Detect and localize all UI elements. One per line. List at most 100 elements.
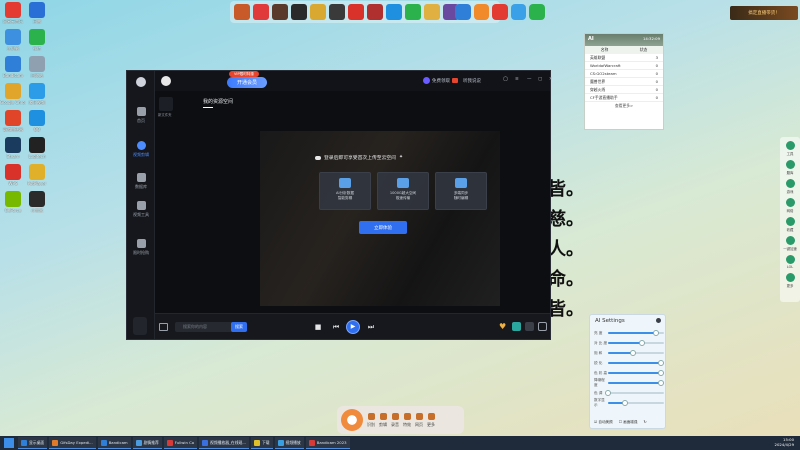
- desktop-icon[interactable]: 腾讯视频: [24, 83, 50, 105]
- feature-card[interactable]: 1000G超大空间 极速传输: [377, 172, 429, 210]
- notify-icon[interactable]: ◯: [503, 77, 508, 82]
- feature-card[interactable]: AI分析数据 智能剪辑: [319, 172, 371, 210]
- minimize-button[interactable]: —: [527, 77, 532, 82]
- desktop-icon[interactable]: 网易云音乐: [0, 2, 26, 24]
- feature-card[interactable]: 多端同步 随时编辑: [435, 172, 487, 210]
- right-toolbar-item[interactable]: 一键加速: [780, 236, 800, 251]
- app-icon-wechat[interactable]: [405, 4, 421, 20]
- slider-track[interactable]: [608, 360, 665, 366]
- taskbar-item[interactable]: Bandicam 2023: [305, 437, 350, 449]
- app-icon-wps[interactable]: [348, 4, 364, 20]
- settings-icon[interactable]: [525, 322, 534, 331]
- avatar[interactable]: [161, 76, 171, 86]
- play-button[interactable]: ▶: [346, 320, 360, 334]
- enhance-checkbox[interactable]: ☐ 画面增强: [619, 420, 638, 425]
- taskbar-item[interactable]: 视频播放器_在线观...: [199, 437, 249, 449]
- close-icon[interactable]: [656, 318, 661, 323]
- subtitle-icon[interactable]: [159, 323, 168, 331]
- app-icon-orange[interactable]: [473, 4, 490, 20]
- folder-icon[interactable]: [159, 97, 173, 111]
- package-icon[interactable]: [538, 322, 547, 331]
- float-tool[interactable]: 网页: [415, 412, 423, 428]
- system-clock[interactable]: 15:00 2024/4/29: [775, 437, 794, 447]
- sidebar-item[interactable]: 视频剪辑: [127, 141, 155, 158]
- app-icon-game-7[interactable]: [367, 4, 383, 20]
- right-toolbar-item[interactable]: 题库: [780, 160, 800, 175]
- slider-handle[interactable]: [658, 360, 665, 366]
- search-button[interactable]: 搜索: [231, 322, 247, 332]
- app-icon-game-6[interactable]: [329, 4, 345, 20]
- app-icon-game-2[interactable]: [253, 4, 269, 20]
- desktop-icon[interactable]: PotPlayer: [24, 164, 50, 186]
- slider-track[interactable]: [608, 330, 664, 336]
- sidebar-item[interactable]: 限时抢购: [127, 239, 155, 256]
- translate-icon[interactable]: [512, 322, 521, 331]
- float-tool[interactable]: 识别: [367, 412, 375, 428]
- taskbar-item[interactable]: GifsDay Expedi...: [49, 437, 96, 449]
- prev-button[interactable]: ⏮: [331, 322, 341, 332]
- widget-more-link[interactable]: 查看更多>: [585, 102, 663, 110]
- desktop-icon[interactable]: Logitech: [24, 137, 50, 159]
- refresh-icon[interactable]: ↻: [644, 420, 647, 425]
- auto-beauty-checkbox[interactable]: ☑ 自动美颜: [594, 420, 613, 425]
- app-icon-green[interactable]: [529, 4, 545, 20]
- desktop-icon[interactable]: 回收站: [24, 56, 50, 78]
- table-row[interactable]: CF手游直播助手 0: [585, 94, 663, 102]
- experience-button[interactable]: 立即体验: [359, 221, 407, 234]
- float-tool[interactable]: 剪辑: [379, 412, 387, 428]
- desktop-icon[interactable]: 小黑盒: [24, 191, 50, 213]
- right-toolbar-item[interactable]: LOL: [780, 255, 800, 269]
- sidebar-item[interactable]: 视频工具: [127, 201, 155, 218]
- app-icon-game-8[interactable]: [424, 4, 440, 20]
- slider-handle[interactable]: [638, 340, 645, 346]
- app-icon-play[interactable]: [510, 4, 527, 20]
- right-toolbar-item[interactable]: 游戏: [780, 179, 800, 194]
- app-icon-game-1[interactable]: [234, 4, 250, 20]
- desktop-icon[interactable]: WPS: [0, 164, 26, 186]
- app-icon-qq[interactable]: [386, 4, 402, 20]
- table-row[interactable]: WorldofWarcraft 0: [585, 62, 663, 70]
- desktop-icon[interactable]: GeForce: [0, 191, 26, 213]
- sidebar-item[interactable]: 数据库: [127, 173, 155, 190]
- slider-handle[interactable]: [658, 380, 665, 386]
- slider-track[interactable]: [608, 350, 664, 356]
- sidebar-item[interactable]: 首页: [127, 107, 155, 124]
- float-tool[interactable]: 录音: [391, 412, 399, 428]
- app-logo-icon[interactable]: [341, 409, 363, 431]
- promo-banner[interactable]: 搞定直播带货！: [730, 6, 798, 20]
- slider-handle[interactable]: [621, 400, 628, 406]
- desktop-icon[interactable]: 迅雷: [24, 2, 50, 24]
- tab-my-resources[interactable]: 我的资源空间: [203, 98, 233, 105]
- close-button[interactable]: ✕: [549, 77, 553, 82]
- slider-handle[interactable]: [652, 330, 659, 336]
- app-icon-game-4[interactable]: [291, 4, 307, 20]
- right-toolbar-item[interactable]: 网络: [780, 198, 800, 213]
- float-tool[interactable]: 特效: [403, 412, 411, 428]
- right-toolbar-item[interactable]: 工具: [780, 141, 800, 156]
- maximize-button[interactable]: ▢: [538, 77, 542, 82]
- slider-handle[interactable]: [630, 350, 637, 356]
- right-toolbar-item[interactable]: 更多: [780, 273, 800, 288]
- slider-track[interactable]: [608, 380, 665, 386]
- free-claim[interactable]: 免费领取: [423, 77, 458, 84]
- desktop-icon[interactable]: Steam: [0, 137, 26, 159]
- float-tool[interactable]: 更多: [427, 412, 435, 428]
- menu-icon[interactable]: ≡: [515, 77, 519, 82]
- right-toolbar-item[interactable]: 收藏: [780, 217, 800, 232]
- slider-track[interactable]: [608, 400, 664, 406]
- taskbar-item[interactable]: 显示桌面: [18, 437, 48, 449]
- app-icon-game-5[interactable]: [310, 4, 326, 20]
- feedback-link[interactable]: 听我说说: [463, 78, 481, 84]
- desktop-icon[interactable]: 此电脑: [0, 29, 26, 51]
- table-row[interactable]: CS:GO2steam 0: [585, 70, 663, 78]
- start-button[interactable]: [4, 438, 14, 448]
- slider-track[interactable]: [605, 390, 664, 396]
- desktop-icon[interactable]: Bandicam: [0, 56, 26, 78]
- app-icon-folder[interactable]: [455, 4, 471, 20]
- next-button[interactable]: ⏭: [366, 322, 376, 332]
- desktop-icon[interactable]: 奇游加速器: [0, 110, 26, 132]
- search-input[interactable]: 搜索你的内容: [175, 322, 235, 332]
- stop-button[interactable]: ■: [313, 322, 323, 332]
- taskbar-item[interactable]: 剧情推荐: [132, 437, 162, 449]
- desktop-icon[interactable]: Google Chrome: [0, 83, 26, 105]
